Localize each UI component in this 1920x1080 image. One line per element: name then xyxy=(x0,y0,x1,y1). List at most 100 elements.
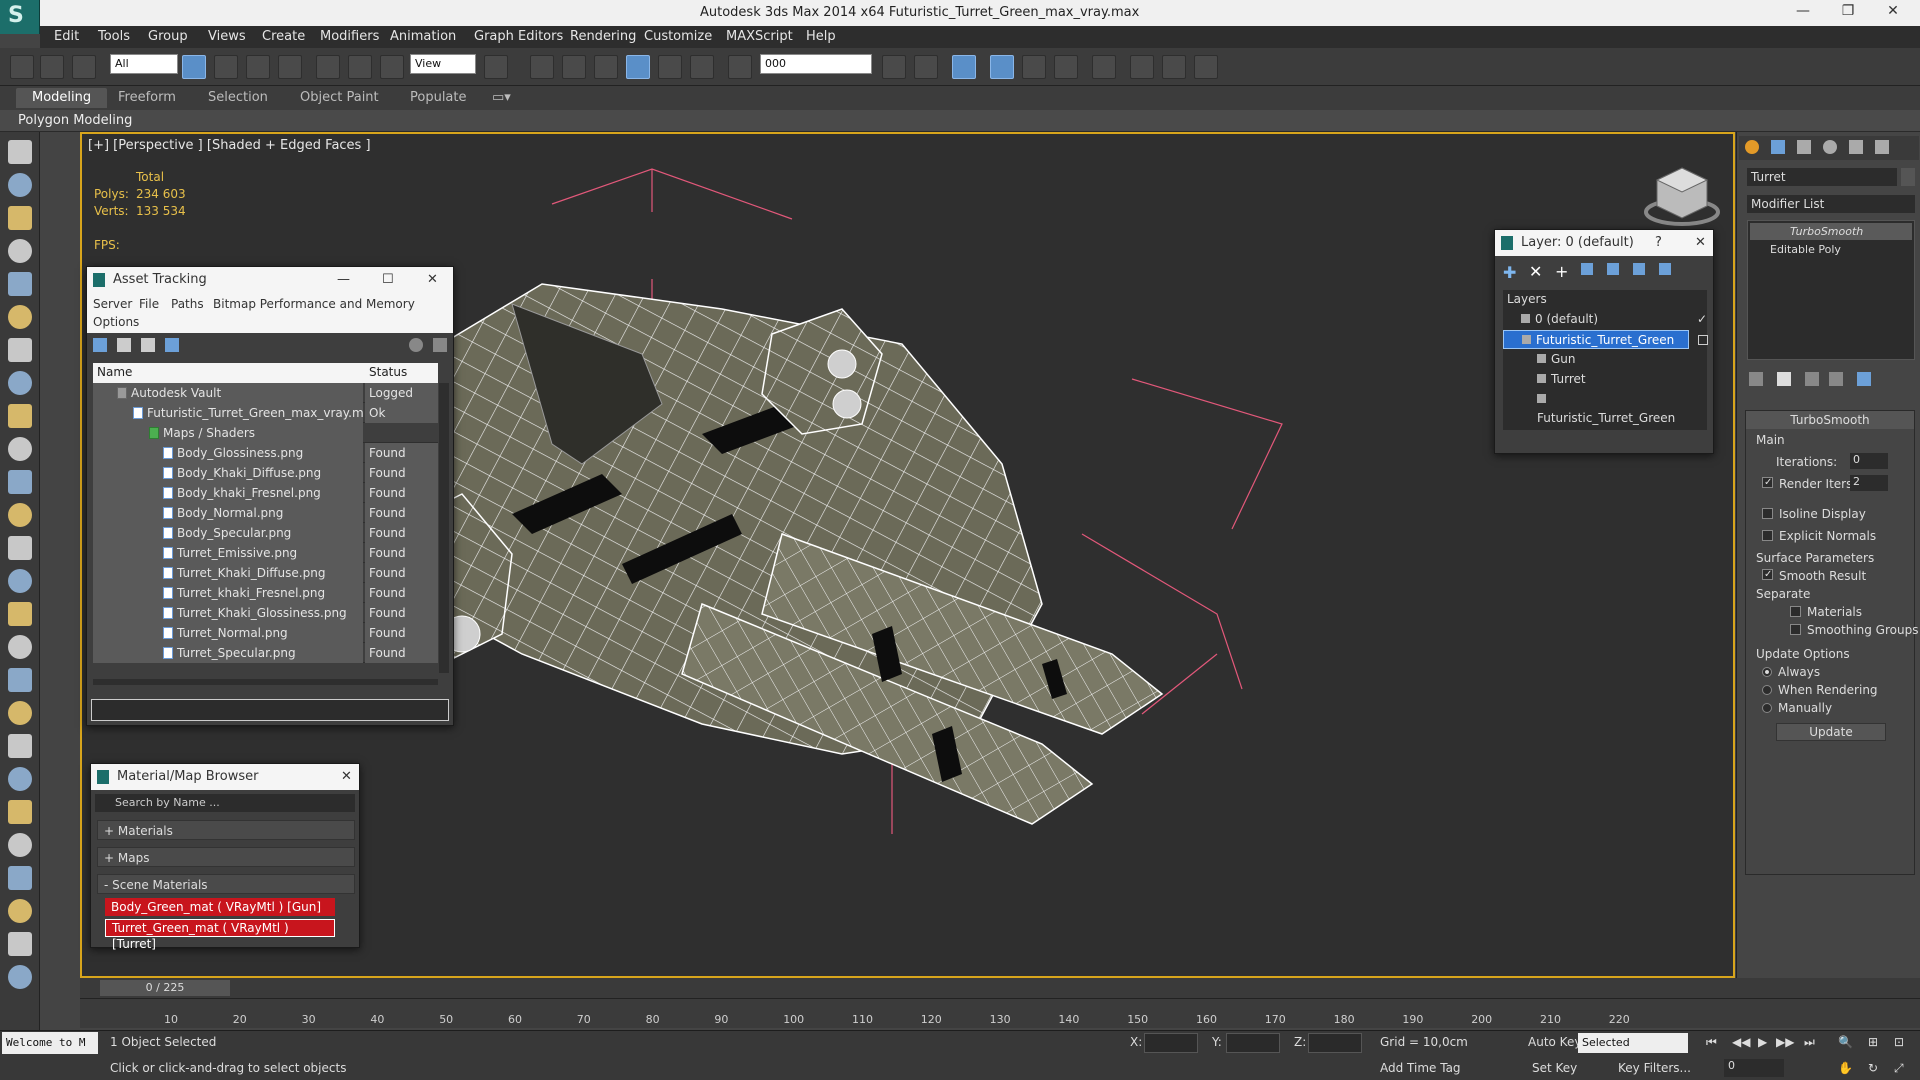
key-filters-button[interactable]: Key Filters... xyxy=(1618,1061,1691,1075)
list-icon[interactable] xyxy=(8,206,32,230)
material-search-input[interactable]: Search by Name ... xyxy=(95,794,355,812)
mirror-icon[interactable] xyxy=(882,55,906,79)
asset-row[interactable]: Turret_Khaki_Diffuse.png Found xyxy=(93,563,438,583)
update-button[interactable]: Update xyxy=(1776,723,1886,741)
camera-icon[interactable] xyxy=(8,305,32,329)
section-maps[interactable]: + Maps xyxy=(97,847,355,867)
modify-tab-icon[interactable] xyxy=(1771,140,1785,154)
plant-icon[interactable] xyxy=(8,734,32,758)
time-slider-thumb[interactable]: 0 / 225 xyxy=(100,980,230,996)
object-color-swatch[interactable] xyxy=(1901,168,1915,186)
zoom-icon[interactable]: 🔍 xyxy=(1838,1035,1853,1049)
select-by-name-icon[interactable] xyxy=(214,55,238,79)
current-layer-check-icon[interactable]: ✓ xyxy=(1697,310,1707,329)
show-end-result-icon[interactable] xyxy=(1777,372,1791,386)
section-materials[interactable]: + Materials xyxy=(97,820,355,840)
asset-row[interactable]: Body_Specular.png Found xyxy=(93,523,438,543)
go-to-start-icon[interactable]: ⏮ xyxy=(1706,1035,1717,1050)
menu-paths[interactable]: Paths xyxy=(171,297,204,311)
isoline-checkbox[interactable]: Isoline Display xyxy=(1762,507,1866,521)
render-icon[interactable] xyxy=(1194,55,1218,79)
rendered-frame-icon[interactable] xyxy=(1162,55,1186,79)
globe-icon[interactable] xyxy=(8,338,32,362)
teapot-icon[interactable] xyxy=(8,470,32,494)
compass-icon[interactable] xyxy=(8,899,32,923)
pan-icon[interactable]: ✋ xyxy=(1838,1061,1853,1075)
go-to-end-icon[interactable]: ⏭ xyxy=(1804,1035,1815,1050)
object-name-field[interactable]: Turret xyxy=(1747,168,1897,186)
torus-icon[interactable] xyxy=(8,503,32,527)
z-coord-field[interactable] xyxy=(1308,1033,1362,1053)
asset-row[interactable]: Maps / Shaders xyxy=(93,423,438,443)
stack-item-editable-poly[interactable]: Editable Poly xyxy=(1750,241,1912,258)
utilities-tab-icon[interactable] xyxy=(1875,140,1889,154)
layer-item[interactable]: Gun xyxy=(1503,350,1689,369)
menu-rendering[interactable]: Rendering xyxy=(570,29,636,44)
current-frame-field[interactable]: 0 xyxy=(1724,1059,1784,1077)
col-status[interactable]: Status xyxy=(369,365,407,379)
asset-path-field[interactable] xyxy=(91,699,449,721)
help-icon[interactable]: ? xyxy=(1655,230,1662,256)
link-icon[interactable] xyxy=(10,55,34,79)
rollout-title[interactable]: TurboSmooth xyxy=(1746,411,1914,429)
delete-layer-icon[interactable]: ✕ xyxy=(1529,262,1542,281)
close-button[interactable]: ✕ xyxy=(1873,3,1913,19)
create-tab-icon[interactable] xyxy=(1745,140,1759,154)
hide-all-icon[interactable] xyxy=(1633,263,1645,275)
remove-modifier-icon[interactable] xyxy=(1829,372,1843,386)
maximize-button[interactable]: ❐ xyxy=(1828,3,1868,19)
close-icon[interactable]: ✕ xyxy=(1695,230,1706,256)
key-mode-dropdown[interactable]: Selected xyxy=(1578,1033,1688,1053)
particles-icon[interactable] xyxy=(8,635,32,659)
rotate-icon[interactable] xyxy=(8,932,32,956)
tab-selection[interactable]: Selection xyxy=(208,90,268,105)
render-iters-spinner[interactable]: 2 xyxy=(1850,475,1888,491)
mesh-icon[interactable] xyxy=(8,668,32,692)
ref-coord-dropdown[interactable]: View xyxy=(410,54,476,74)
col-name[interactable]: Name xyxy=(97,365,132,379)
auto-key-button[interactable]: Auto Key xyxy=(1528,1035,1581,1049)
asset-row[interactable]: Turret_Emissive.png Found xyxy=(93,543,438,563)
layer-manager-icon[interactable] xyxy=(952,55,976,79)
box-icon[interactable] xyxy=(8,767,32,791)
bone-icon[interactable] xyxy=(8,701,32,725)
maxscript-listener[interactable]: Welcome to M xyxy=(2,1032,98,1054)
update-manually-radio[interactable]: Manually xyxy=(1762,701,1832,715)
shapes-icon[interactable] xyxy=(8,833,32,857)
angle-snap-icon[interactable] xyxy=(626,55,650,79)
asset-hscrollbar[interactable] xyxy=(93,679,438,685)
pin-stack-icon[interactable] xyxy=(1749,372,1763,386)
play-icon[interactable]: ▶ xyxy=(1758,1035,1767,1049)
menu-file[interactable]: File xyxy=(139,297,159,311)
freeze-all-icon[interactable] xyxy=(1659,263,1671,275)
select-manipulate-icon[interactable] xyxy=(530,55,554,79)
menu-options[interactable]: Options xyxy=(93,315,139,329)
render-setup-icon[interactable] xyxy=(1130,55,1154,79)
y-coord-field[interactable] xyxy=(1226,1033,1280,1053)
cone-icon[interactable] xyxy=(8,437,32,461)
menu-edit[interactable]: Edit xyxy=(54,29,79,44)
unlink-icon[interactable] xyxy=(40,55,64,79)
edit-named-sel-icon[interactable] xyxy=(728,55,752,79)
menu-modifiers[interactable]: Modifiers xyxy=(320,29,379,44)
settings-icon[interactable] xyxy=(433,338,447,352)
asset-tracking-titlebar[interactable]: Asset Tracking — ☐ ✕ xyxy=(87,267,453,293)
menu-customize[interactable]: Customize xyxy=(644,29,712,44)
asset-row[interactable]: Turret_Normal.png Found xyxy=(93,623,438,643)
set-current-layer-icon[interactable] xyxy=(1698,335,1708,345)
selection-filter-dropdown[interactable]: All xyxy=(110,54,178,74)
maximize-viewport-icon[interactable]: ⤢ xyxy=(1894,1061,1904,1076)
add-to-layer-icon[interactable]: + xyxy=(1555,262,1568,281)
render-iters-checkbox[interactable]: Render Iters: xyxy=(1762,477,1856,491)
stack-item-turbosmooth[interactable]: TurboSmooth xyxy=(1750,223,1912,240)
minimize-icon[interactable]: — xyxy=(337,267,350,293)
image-icon[interactable] xyxy=(8,371,32,395)
move-icon[interactable] xyxy=(316,55,340,79)
smooth-result-checkbox[interactable]: Smooth Result xyxy=(1762,569,1866,583)
time-slider[interactable]: 0 / 225 xyxy=(80,978,1920,998)
asset-row[interactable]: Body_khaki_Fresnel.png Found xyxy=(93,483,438,503)
explicit-normals-checkbox[interactable]: Explicit Normals xyxy=(1762,529,1876,543)
next-frame-icon[interactable]: ▶▶ xyxy=(1776,1035,1794,1049)
layer-item[interactable]: Turret xyxy=(1503,370,1689,389)
menu-views[interactable]: Views xyxy=(208,29,246,44)
